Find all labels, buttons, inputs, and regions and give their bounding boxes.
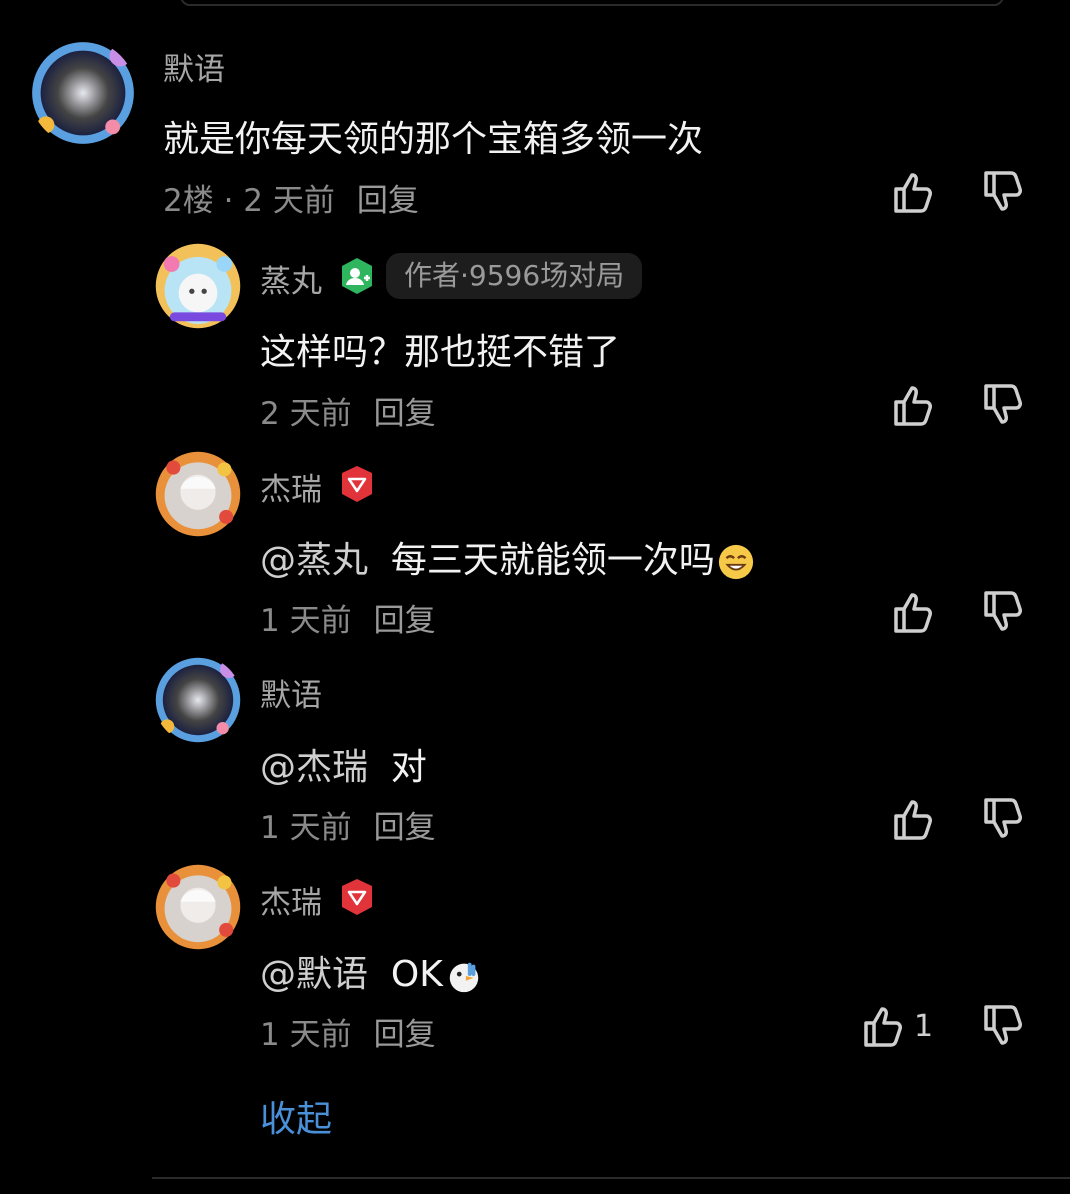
like-count: 1 (914, 1009, 934, 1044)
mention-link[interactable]: @默语 (260, 954, 368, 995)
reply-button[interactable]: 回复 (374, 810, 436, 846)
green-user-badge-icon (337, 256, 377, 296)
mention-link[interactable]: @杰瑞 (260, 747, 368, 788)
thumbs-down-icon[interactable] (978, 587, 1028, 637)
avatar[interactable] (154, 242, 242, 330)
thumbs-down-icon[interactable] (978, 1001, 1028, 1051)
comment-floor-time: 2楼 · 2 天前 (163, 183, 335, 219)
thumbs-up-icon[interactable] (888, 794, 938, 844)
avatar[interactable] (154, 656, 242, 744)
collapse-replies-link[interactable]: 收起 (260, 1090, 332, 1142)
comment-author[interactable]: 杰瑞 (260, 464, 322, 509)
avatar[interactable] (154, 450, 242, 538)
comment-meta: 1 天前 回复 (260, 802, 436, 847)
bird-thumbs-emoji (449, 962, 479, 993)
avatar[interactable] (30, 40, 136, 146)
reply-button[interactable]: 回复 (374, 396, 436, 432)
comment-text: @杰瑞 对 (260, 738, 427, 790)
thumbs-down-icon[interactable] (978, 380, 1028, 430)
mention-link[interactable]: @蒸丸 (260, 540, 368, 581)
comment-author[interactable]: 蒸丸 (260, 256, 322, 301)
comment-text: 就是你每天领的那个宝箱多领一次 (163, 119, 704, 160)
thumbs-up-icon[interactable] (888, 167, 938, 217)
comment-time: 2 天前 (260, 396, 352, 432)
comment-meta: 2 天前 回复 (260, 388, 436, 433)
author-badge: 作者·9596场对局 (386, 253, 643, 299)
comment-text: 这样吗？那也挺不错了 (260, 332, 621, 373)
comment-body: 每三天就能领一次吗 (390, 540, 715, 581)
avatar[interactable] (154, 863, 242, 951)
comment-meta: 1 天前 回复 (260, 595, 436, 640)
thumbs-up-icon[interactable] (888, 380, 938, 430)
comment-time: 1 天前 (260, 810, 352, 846)
thumbs-up-icon[interactable] (858, 1001, 908, 1051)
comment-text: @蒸丸 每三天就能领一次吗 (260, 531, 755, 583)
red-shield-icon (337, 464, 377, 504)
comment-author[interactable]: 默语 (163, 44, 225, 89)
red-shield-icon (337, 877, 377, 917)
top-divider (180, 0, 1004, 6)
grinning-face-emoji (718, 544, 754, 580)
comment-body: 对 (390, 747, 427, 788)
comment-author[interactable]: 杰瑞 (260, 877, 322, 922)
thumbs-down-icon[interactable] (978, 794, 1028, 844)
comment-author[interactable]: 默语 (260, 670, 322, 715)
reply-button[interactable]: 回复 (374, 603, 436, 639)
thumbs-up-icon[interactable] (888, 587, 938, 637)
comment-meta: 2楼 · 2 天前 回复 (163, 175, 419, 220)
reply-button[interactable]: 回复 (357, 183, 419, 219)
bottom-divider (152, 1177, 1070, 1179)
comment-time: 1 天前 (260, 1017, 352, 1053)
comment-meta: 1 天前 回复 (260, 1009, 436, 1054)
comment-body: OK (390, 954, 443, 995)
comment-text: @默语 OK (260, 945, 483, 997)
comment-time: 1 天前 (260, 603, 352, 639)
thumbs-down-icon[interactable] (978, 167, 1028, 217)
reply-button[interactable]: 回复 (374, 1017, 436, 1053)
